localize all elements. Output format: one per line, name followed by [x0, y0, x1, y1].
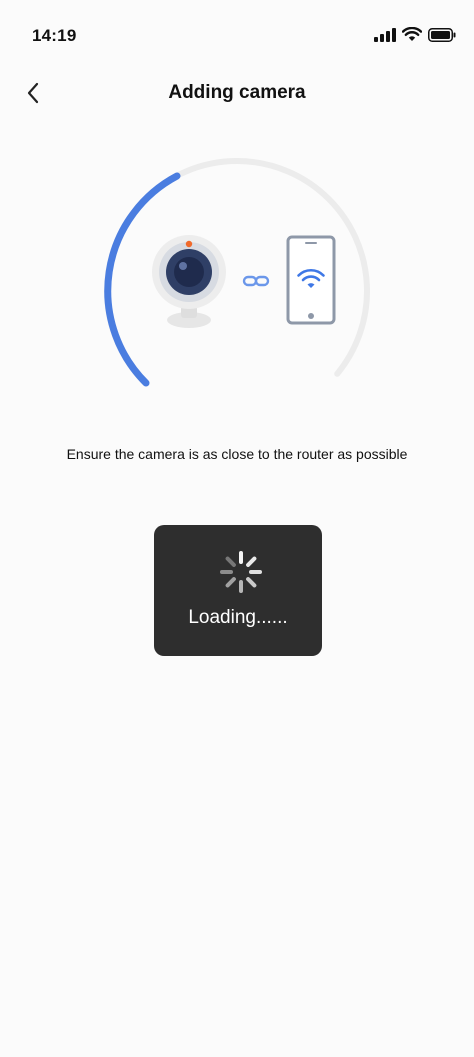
loading-toast: Loading......	[154, 525, 322, 656]
status-time: 14:19	[32, 26, 77, 45]
instruction-text: Ensure the camera is as close to the rou…	[66, 446, 408, 462]
cellular-signal-icon	[374, 27, 396, 42]
nav-bar: Adding camera	[0, 70, 474, 116]
screen: 14:19 Adding camera Ensure the camera is…	[0, 0, 474, 1057]
wifi-icon	[402, 27, 422, 41]
page-title: Adding camera	[168, 82, 306, 103]
link-icon	[242, 275, 270, 287]
status-icons	[374, 27, 456, 42]
phone-wifi-icon	[286, 235, 336, 325]
spinner-icon	[220, 551, 262, 593]
status-bar: 14:19	[0, 0, 474, 70]
pairing-illustration	[104, 158, 370, 410]
loading-label: Loading......	[188, 607, 288, 628]
webcam-icon	[152, 235, 226, 328]
battery-icon	[428, 27, 456, 42]
